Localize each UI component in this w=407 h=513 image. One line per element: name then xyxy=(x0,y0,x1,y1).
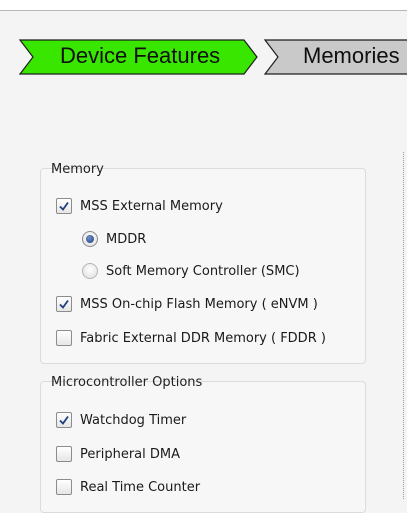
peripheral-dma-option[interactable]: Peripheral DMA xyxy=(56,446,180,462)
watchdog-timer-checkbox[interactable] xyxy=(56,412,72,428)
envm-label: MSS On-chip Flash Memory ( eNVM ) xyxy=(80,296,318,312)
real-time-counter-checkbox[interactable] xyxy=(56,479,72,495)
mddr-option[interactable]: MDDR xyxy=(82,231,146,247)
wizard-steps: Device Features Memories xyxy=(0,38,407,76)
fddr-option[interactable]: Fabric External DDR Memory ( FDDR ) xyxy=(56,330,326,346)
mddr-radio[interactable] xyxy=(82,231,98,247)
peripheral-dma-label: Peripheral DMA xyxy=(80,446,180,462)
real-time-counter-option[interactable]: Real Time Counter xyxy=(56,479,200,495)
mss-external-memory-checkbox[interactable] xyxy=(56,198,72,214)
right-pane-divider xyxy=(403,152,404,499)
mss-external-memory-option[interactable]: MSS External Memory xyxy=(56,198,223,214)
watchdog-timer-label: Watchdog Timer xyxy=(80,412,187,428)
smc-radio[interactable] xyxy=(82,263,98,279)
mss-external-memory-label: MSS External Memory xyxy=(80,198,223,214)
microcontroller-options-title: Microcontroller Options xyxy=(51,375,203,390)
watchdog-timer-option[interactable]: Watchdog Timer xyxy=(56,412,186,428)
check-icon xyxy=(59,201,69,211)
mddr-label: MDDR xyxy=(106,231,147,247)
envm-checkbox[interactable] xyxy=(56,296,72,312)
check-icon xyxy=(59,415,69,425)
fddr-checkbox[interactable] xyxy=(56,330,72,346)
check-icon xyxy=(59,299,69,309)
step-memories-label[interactable]: Memories xyxy=(303,43,400,69)
real-time-counter-label: Real Time Counter xyxy=(80,479,201,495)
peripheral-dma-checkbox[interactable] xyxy=(56,446,72,462)
memory-group-title: Memory xyxy=(51,162,104,177)
smc-option[interactable]: Soft Memory Controller (SMC) xyxy=(82,263,300,279)
smc-label: Soft Memory Controller (SMC) xyxy=(106,263,300,279)
step-device-features-label[interactable]: Device Features xyxy=(60,43,220,69)
fddr-label: Fabric External DDR Memory ( FDDR ) xyxy=(80,330,326,346)
radio-selected-dot xyxy=(86,235,94,243)
window-top-border xyxy=(0,0,407,11)
envm-option[interactable]: MSS On-chip Flash Memory ( eNVM ) xyxy=(56,296,318,312)
